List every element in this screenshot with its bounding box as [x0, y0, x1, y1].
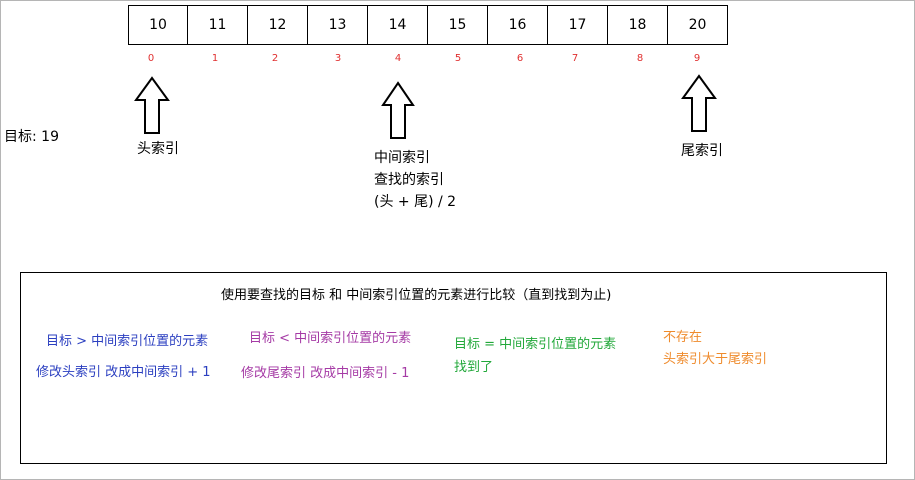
case-less-action: 修改尾索引 改成中间索引 - 1	[241, 366, 410, 381]
array-index: 3	[334, 53, 342, 64]
array-cell: 11	[188, 5, 248, 45]
comparison-panel: 使用要查找的目标 和 中间索引位置的元素进行比较（直到找到为止) 目标 > 中间…	[20, 272, 887, 464]
array-cell: 10	[128, 5, 188, 45]
array-cell: 17	[548, 5, 608, 45]
array-index: 8	[636, 53, 644, 64]
array-index: 1	[211, 53, 219, 64]
case-greater-condition: 目标 > 中间索引位置的元素	[46, 334, 209, 349]
mid-index-label: 中间索引	[374, 150, 430, 166]
array-cell: 15	[428, 5, 488, 45]
mid-index-formula: (头 + 尾) / 2	[374, 194, 457, 210]
array-cell: 13	[308, 5, 368, 45]
case-greater-action: 修改头索引 改成中间索引 + 1	[36, 365, 211, 380]
tail-arrow-icon	[681, 74, 717, 132]
array-cell: 14	[368, 5, 428, 45]
case-less-condition: 目标 < 中间索引位置的元素	[249, 331, 412, 346]
array-cell: 18	[608, 5, 668, 45]
array-index: 6	[516, 53, 524, 64]
head-arrow-icon	[134, 76, 170, 134]
mid-index-desc: 查找的索引	[374, 172, 444, 188]
array-index: 7	[571, 53, 579, 64]
target-label: 目标: 19	[4, 129, 59, 145]
case-equal-condition: 目标 = 中间索引位置的元素	[454, 337, 617, 352]
array-index: 4	[394, 53, 402, 64]
array-cell: 20	[668, 5, 728, 45]
array-index: 0	[147, 53, 155, 64]
head-index-label: 头索引	[137, 141, 179, 157]
mid-arrow-icon	[381, 81, 415, 139]
array-cell: 16	[488, 5, 548, 45]
case-missing-action: 头索引大于尾索引	[663, 352, 768, 367]
panel-title: 使用要查找的目标 和 中间索引位置的元素进行比较（直到找到为止)	[221, 288, 612, 303]
array-index: 2	[271, 53, 279, 64]
array-index: 9	[693, 53, 701, 64]
array-index: 5	[454, 53, 462, 64]
case-equal-action: 找到了	[454, 360, 494, 375]
array-cell: 12	[248, 5, 308, 45]
tail-index-label: 尾索引	[681, 143, 723, 159]
case-missing-condition: 不存在	[663, 330, 703, 345]
